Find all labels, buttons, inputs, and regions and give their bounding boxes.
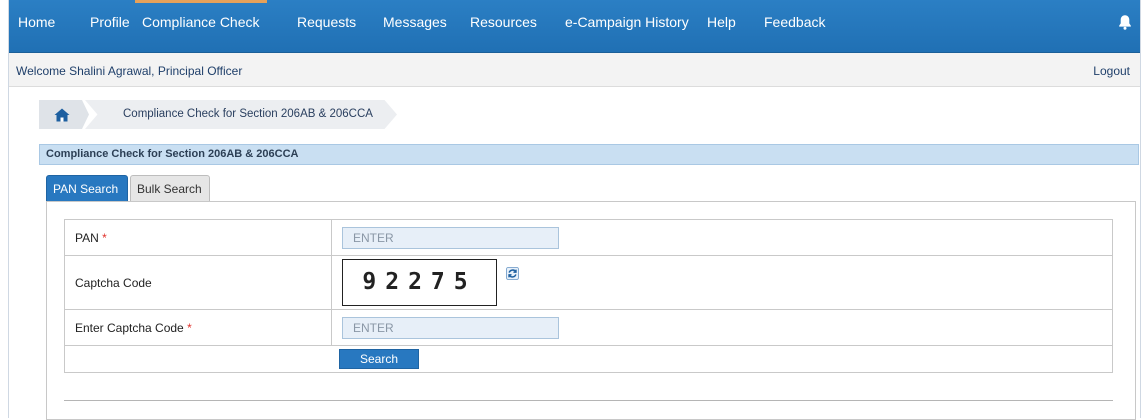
pan-row: PAN * — [64, 219, 1113, 256]
search-form-table: PAN * Captcha Code 92275 — [64, 219, 1113, 373]
welcome-bar: Welcome Shalini Agrawal, Principal Offic… — [9, 53, 1140, 87]
nav-feedback[interactable]: Feedback — [764, 0, 825, 40]
section-title: Compliance Check for Section 206AB & 206… — [46, 148, 299, 160]
home-icon — [54, 108, 70, 122]
nav-home[interactable]: Home — [18, 0, 55, 40]
tab-bulk-search[interactable]: Bulk Search — [130, 175, 210, 203]
captcha-label: Captcha Code — [75, 275, 152, 290]
logout-link[interactable]: Logout — [1093, 64, 1130, 78]
enter-captcha-label: Enter Captcha Code — [75, 320, 184, 335]
pan-label-cell: PAN * — [64, 219, 332, 256]
pan-input[interactable] — [342, 226, 559, 249]
enter-captcha-input[interactable] — [342, 316, 559, 339]
required-mark: * — [102, 230, 107, 245]
pan-input-cell — [331, 219, 1113, 256]
captcha-label-cell: Captcha Code — [64, 255, 332, 310]
captcha-cell: 92275 — [331, 255, 1113, 310]
bell-icon[interactable] — [1118, 14, 1132, 30]
enter-captcha-row: Enter Captcha Code * — [64, 309, 1113, 346]
enter-captcha-label-cell: Enter Captcha Code * — [64, 309, 332, 346]
breadcrumb-home[interactable] — [39, 100, 89, 129]
pan-label: PAN — [75, 230, 99, 245]
captcha-image: 92275 — [342, 259, 497, 306]
section-title-bar: Compliance Check for Section 206AB & 206… — [39, 144, 1139, 165]
required-mark: * — [187, 320, 192, 335]
top-nav: Home Profile Compliance Check Requests M… — [9, 0, 1140, 53]
search-button[interactable]: Search — [339, 349, 419, 369]
search-row: Search — [64, 345, 1113, 373]
nav-resources[interactable]: Resources — [470, 0, 537, 40]
nav-ecampaign-history[interactable]: e-Campaign History — [565, 0, 689, 40]
enter-captcha-input-cell — [331, 309, 1113, 346]
nav-compliance-check[interactable]: Compliance Check — [135, 0, 267, 43]
divider — [64, 400, 1113, 401]
breadcrumb-current-label: Compliance Check for Section 206AB & 206… — [123, 108, 373, 120]
nav-messages[interactable]: Messages — [383, 0, 447, 40]
nav-help[interactable]: Help — [707, 0, 736, 40]
search-cell: Search — [64, 345, 1113, 373]
page-frame: Home Profile Compliance Check Requests M… — [8, 0, 1141, 420]
breadcrumb-current[interactable]: Compliance Check for Section 206AB & 206… — [85, 100, 397, 129]
refresh-icon[interactable] — [506, 267, 520, 280]
nav-profile[interactable]: Profile — [90, 0, 130, 40]
nav-requests[interactable]: Requests — [297, 0, 356, 40]
form-panel: PAN * Captcha Code 92275 — [46, 201, 1136, 420]
tab-pan-search[interactable]: PAN Search — [46, 175, 128, 203]
captcha-row: Captcha Code 92275 — [64, 255, 1113, 310]
welcome-text: Welcome Shalini Agrawal, Principal Offic… — [16, 64, 243, 78]
